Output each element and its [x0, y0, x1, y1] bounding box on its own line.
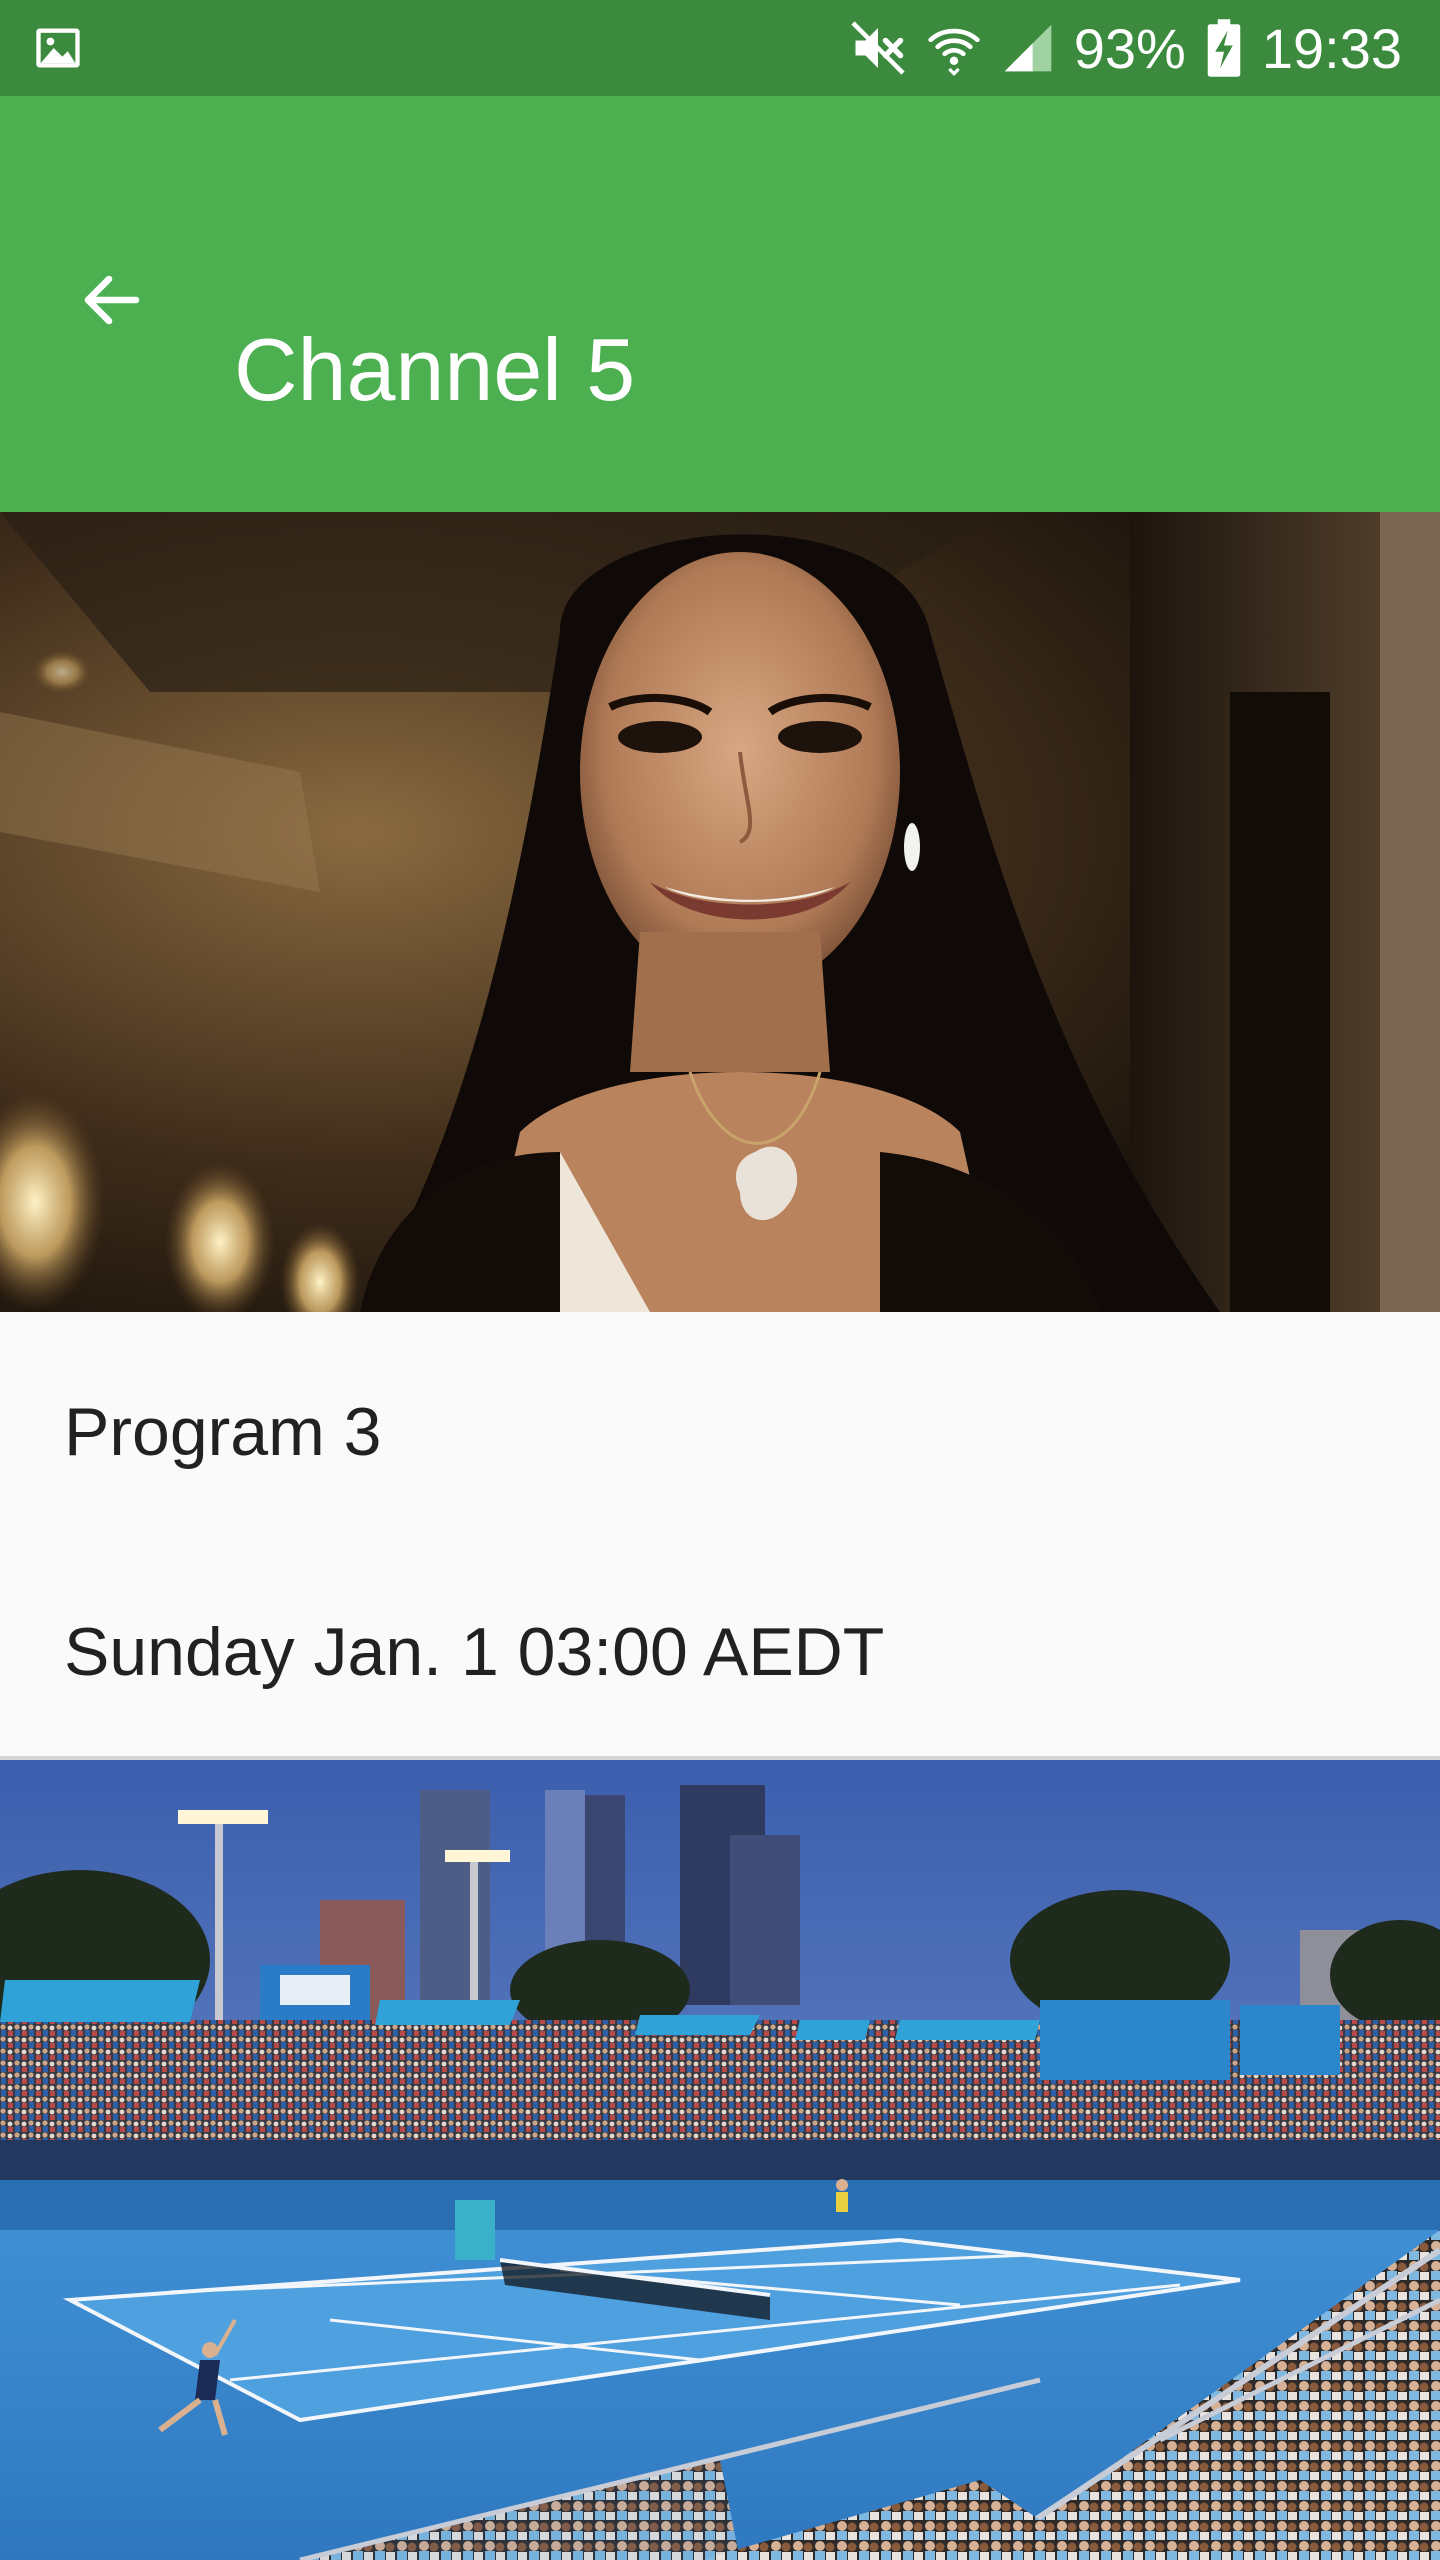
- program-name: Program 3: [64, 1394, 382, 1470]
- back-button[interactable]: [56, 246, 168, 358]
- app-bar: Channel 5: [0, 96, 1440, 512]
- program-thumbnail-image[interactable]: [0, 512, 1440, 1312]
- program-time: Sunday Jan. 1 03:00 AEDT: [64, 1614, 885, 1690]
- status-bar: 93% 19:33: [0, 0, 1440, 96]
- signal-icon: [1000, 20, 1056, 76]
- image-notification-icon: [32, 22, 84, 74]
- battery-percent: 93%: [1073, 16, 1186, 80]
- program-info: Program 3 Sunday Jan. 1 03:00 AEDT: [0, 1312, 1440, 1756]
- wifi-icon: [926, 20, 982, 76]
- battery-charging-icon: [1204, 18, 1244, 78]
- mute-icon: [848, 18, 908, 78]
- arrow-back-icon: [76, 264, 148, 341]
- tennis-stadium-image[interactable]: [0, 1760, 1440, 2560]
- page-title: Channel 5: [234, 320, 636, 419]
- clock: 19:33: [1261, 16, 1402, 80]
